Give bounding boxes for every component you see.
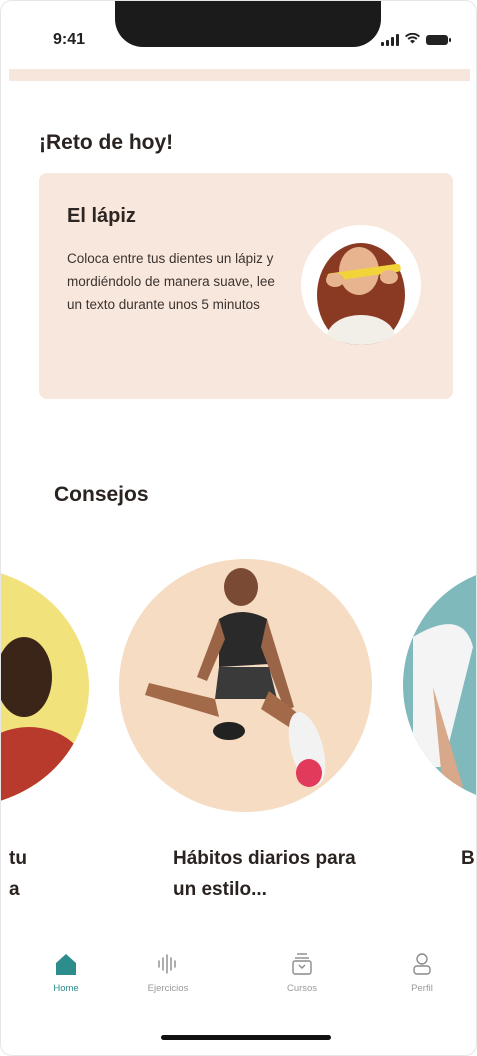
bottom-navigation: Home Ejercicios Cursos Perfil [1,951,476,1025]
tip-card-image[interactable] [1,567,89,807]
device-notch [115,1,381,47]
nav-label: Cursos [286,983,318,994]
home-indicator [161,1035,331,1040]
phone-screen: 9:41 ¡Reto de hoy! El lápiz Coloca entre… [0,0,477,1056]
battery-icon [426,34,451,45]
user-icon [413,953,431,975]
home-icon [56,954,76,975]
nav-item-home[interactable]: Home [21,951,111,994]
nav-item-courses[interactable]: Cursos [257,951,347,994]
tip-title[interactable]: B [461,843,476,874]
tip-card-image[interactable] [403,567,476,803]
challenge-title: El lápiz [67,205,136,227]
nav-item-exercises[interactable]: Ejercicios [123,951,213,994]
tip-title[interactable]: tu a [9,843,33,905]
challenge-heading: ¡Reto de hoy! [39,131,174,154]
challenge-card[interactable]: El lápiz Coloca entre tus dientes un láp… [39,173,453,399]
nav-label: Ejercicios [147,983,189,994]
wifi-icon [405,32,420,46]
status-icons [381,32,451,46]
waveform-icon [158,954,176,974]
challenge-photo [301,225,421,345]
challenge-description: Coloca entre tus dientes un lápiz y mord… [67,251,275,312]
tip-card-image[interactable] [119,559,372,812]
signal-icon [381,33,399,46]
course-box-icon [292,953,312,975]
header-strip [9,69,470,81]
nav-item-profile[interactable]: Perfil [377,951,467,994]
status-time: 9:41 [53,31,86,48]
tips-heading: Consejos [54,483,149,506]
nav-label: Perfil [411,983,433,994]
nav-label: Home [53,983,79,994]
tip-title[interactable]: Hábitos diarios para un estilo... [173,843,373,905]
